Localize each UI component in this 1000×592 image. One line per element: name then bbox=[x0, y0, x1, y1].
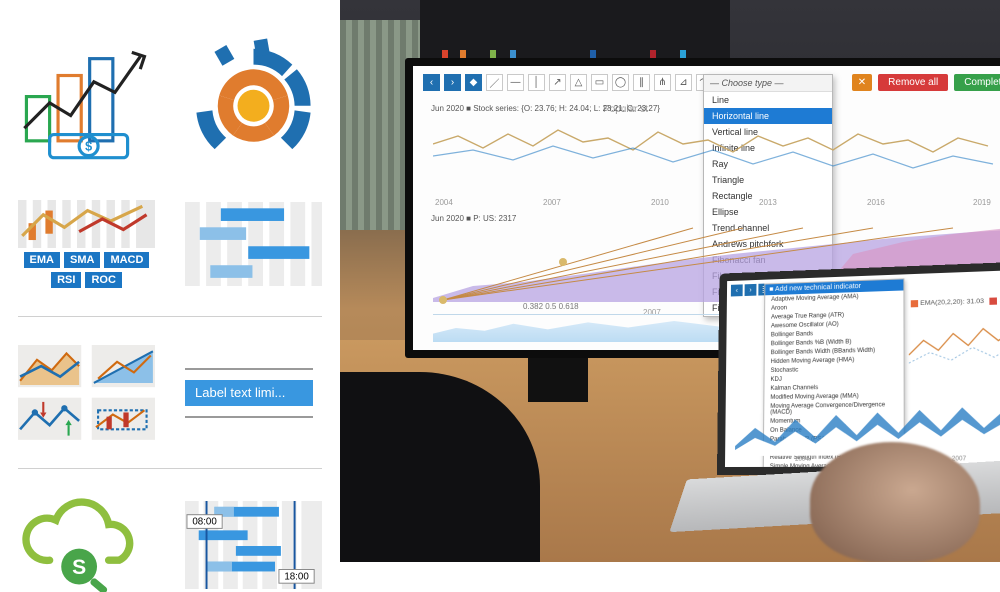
tool-redo-button[interactable]: › bbox=[444, 74, 461, 91]
tool-pitchfork-button[interactable]: ⋔ bbox=[654, 74, 671, 91]
sunburst-icon bbox=[185, 35, 322, 172]
time-gantt-cell: 08:00 18:00 bbox=[185, 497, 322, 592]
tool-channel-button[interactable]: ∥ bbox=[633, 74, 650, 91]
tool-vline-button[interactable]: │ bbox=[528, 74, 545, 91]
laptop-screen: ‹ › ⣿ Reset ■ Add new technical indicato… bbox=[725, 269, 1000, 467]
time-end-label: 18:00 bbox=[284, 571, 309, 582]
tool-undo-button[interactable]: ‹ bbox=[423, 74, 440, 91]
svg-text:S: S bbox=[72, 556, 86, 579]
tool-pointer-button[interactable]: ◆ bbox=[465, 74, 482, 91]
svg-text:$: $ bbox=[85, 139, 92, 153]
label-text-input[interactable]: Label text limi... bbox=[185, 380, 313, 406]
lap-tool1[interactable]: ‹ bbox=[731, 284, 743, 296]
pill-rsi: RSI bbox=[51, 272, 81, 288]
close-annot-button[interactable]: ✕ bbox=[852, 74, 872, 91]
pegboard bbox=[420, 0, 730, 60]
lap-tool2[interactable]: › bbox=[745, 284, 757, 296]
complete-button[interactable]: Complete bbox=[954, 74, 1000, 91]
laptop-legend: EMA(20,2,20): 31.03 SMA(1): 19.79 bbox=[911, 296, 1000, 308]
pill-macd: MACD bbox=[104, 252, 149, 268]
laptop: ‹ › ⣿ Reset ■ Add new technical indicato… bbox=[717, 260, 1000, 475]
tool-triangle-button[interactable]: △ bbox=[570, 74, 587, 91]
dd-item-line[interactable]: Line bbox=[704, 92, 832, 108]
tool-ray-button[interactable]: ↗ bbox=[549, 74, 566, 91]
cloud-search-icon: S bbox=[18, 497, 155, 592]
remove-all-button[interactable]: Remove all bbox=[878, 74, 948, 91]
desk-scene: ‹ › ◆ ／ ― │ ↗ △ ▭ ◯ ∥ ⋔ ⊿ ⌒ ✕ Remove all… bbox=[340, 0, 1000, 562]
indicator-sparks-icon bbox=[18, 200, 155, 248]
pill-roc: ROC bbox=[85, 272, 121, 288]
chart1-line bbox=[433, 116, 1000, 196]
indicator-pills-cell: EMA SMA MACD RSI ROC bbox=[18, 200, 155, 288]
chart2-legend: Jun 2020 ■ P: US: 2317 bbox=[431, 214, 516, 223]
person-hand bbox=[810, 442, 980, 562]
chart1-legend: Jun 2020 ■ Stock series: {O: 23.76; H: 2… bbox=[431, 104, 660, 113]
drawing-toolbar: ‹ › ◆ ／ ― │ ↗ △ ▭ ◯ ∥ ⋔ ⊿ ⌒ bbox=[423, 74, 713, 91]
tool-line-button[interactable]: ／ bbox=[486, 74, 503, 91]
dropdown-head[interactable]: — Choose type — bbox=[704, 75, 832, 92]
label-demo-cell: Label text limi... bbox=[185, 345, 322, 440]
laptop-upper-chart bbox=[909, 306, 1000, 382]
tool-hline-button[interactable]: ― bbox=[507, 74, 524, 91]
tool-rect-button[interactable]: ▭ bbox=[591, 74, 608, 91]
indicator-pill-row-1: EMA SMA MACD bbox=[24, 252, 150, 268]
gantt-icon bbox=[185, 200, 322, 288]
indicator-pill-row-2: RSI ROC bbox=[51, 272, 122, 288]
mini-chart-grid bbox=[18, 345, 155, 440]
stock-growth-icon: $ bbox=[18, 35, 155, 172]
feature-gallery: $ bbox=[0, 0, 340, 562]
tool-ellipse-button[interactable]: ◯ bbox=[612, 74, 629, 91]
pill-ema: EMA bbox=[24, 252, 60, 268]
time-start-label: 08:00 bbox=[192, 516, 217, 527]
tool-fibfan-button[interactable]: ⊿ bbox=[675, 74, 692, 91]
pill-sma: SMA bbox=[64, 252, 100, 268]
